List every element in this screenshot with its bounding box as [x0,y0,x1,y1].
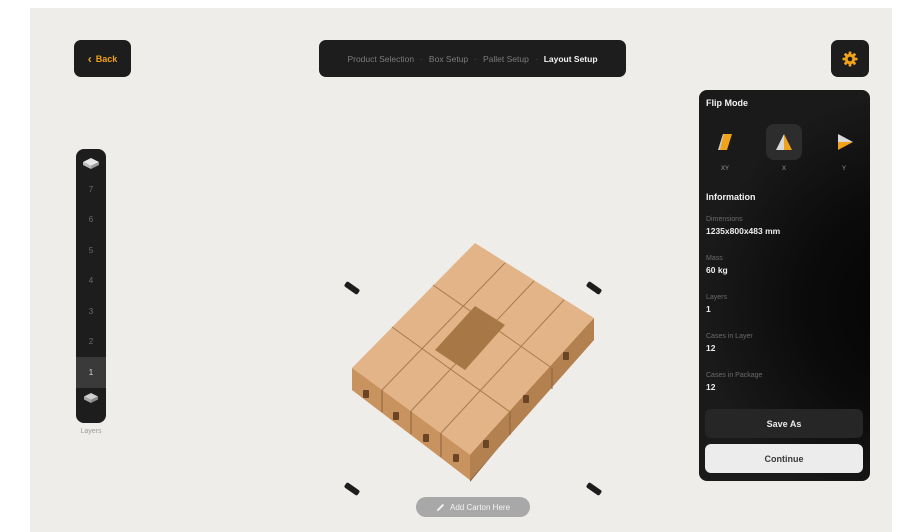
layer-top-icon[interactable] [80,154,102,174]
layer-item-3[interactable]: 3 [76,296,106,327]
info-key: Mass [706,255,723,262]
flip-xy-icon [718,134,732,150]
info-dimensions: Dimensions 1235x800x483 mm [706,216,780,236]
info-cases-in-layer: Cases in Layer 12 [706,333,753,353]
layer-item-7[interactable]: 7 [76,174,106,205]
pallet-3d-view[interactable] [320,230,640,505]
gear-icon [842,51,858,66]
info-cases-in-package: Cases in Package 12 [706,372,762,392]
add-carton-label: Add Carton Here [449,502,511,512]
add-carton-button[interactable]: Add Carton Here [416,497,530,517]
layer-selector: 7 6 5 4 3 2 1 [76,149,106,423]
pencil-icon [436,503,445,511]
info-key: Layers [706,294,728,301]
chevron-left-icon: ‹ [87,51,92,66]
step-box-setup[interactable]: Box Setup [429,54,468,64]
flip-label-x: X [781,166,786,172]
step-layout-setup[interactable]: Layout Setup [544,54,598,64]
info-key: Dimensions [706,216,743,223]
layer-item-4[interactable]: 4 [76,266,106,297]
flip-mode-title: Flip Mode [706,98,748,108]
info-value: 1 [706,304,711,314]
corner-marker-bottom-left [344,482,360,496]
step-pallet-setup[interactable]: Pallet Setup [483,54,529,64]
info-layers: Layers 1 [706,294,727,314]
layers-label: Layers [80,428,102,435]
layer-bottom-icon[interactable] [80,388,102,408]
back-label: Back [95,53,118,64]
back-button[interactable]: ‹ Back [74,40,131,77]
info-key: Cases in Layer [706,333,753,340]
flip-x-icon [776,134,792,150]
info-key: Cases in Package [706,372,763,379]
corner-marker-bottom-right [586,482,602,496]
info-value: 1235x800x483 mm [706,226,781,236]
info-mass: Mass 60 kg [706,255,728,275]
flip-option-xy[interactable] [707,124,743,160]
layer-item-1[interactable]: 1 [76,357,106,388]
flip-label-xy: XY [720,166,729,172]
flip-label-y: Y [841,166,846,172]
info-value: 12 [706,343,716,353]
settings-button[interactable] [831,40,869,77]
step-breadcrumb: Product Selection · Box Setup · Pallet S… [319,40,626,77]
save-as-button[interactable]: Save As [705,409,863,438]
info-value: 60 kg [706,265,728,275]
information-title: Information [706,192,756,202]
info-value: 12 [706,382,716,392]
layer-item-2[interactable]: 2 [76,327,106,358]
layer-item-6[interactable]: 6 [76,205,106,236]
flip-option-x[interactable] [766,124,802,160]
step-product-selection[interactable]: Product Selection [347,54,414,64]
continue-button[interactable]: Continue [705,444,863,473]
layer-item-5[interactable]: 5 [76,235,106,266]
corner-marker-top-right [586,281,602,295]
flip-option-y[interactable] [826,124,862,160]
corner-marker-top-left [344,281,360,295]
flip-y-icon [838,134,853,150]
